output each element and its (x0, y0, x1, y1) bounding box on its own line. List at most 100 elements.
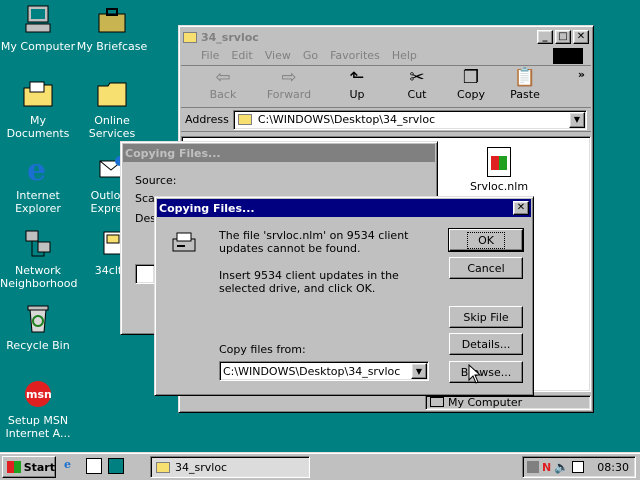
desktop-icon-label: Setup MSN Internet A... (5, 414, 71, 440)
back-button[interactable]: ⇦ Back (195, 66, 251, 102)
forward-arrow-icon: ⇨ (281, 66, 297, 88)
folder-icon (183, 31, 197, 43)
explorer-toolbar: ⇦ Back ⇨ Forward ⬑ Up ✂ Cut ❐ Copy 📋 Pas… (181, 66, 591, 108)
details-button[interactable]: Details... (449, 333, 523, 355)
recycle-bin-icon (22, 303, 54, 335)
menu-go[interactable]: Go (303, 49, 318, 62)
back-label: Back (209, 88, 237, 101)
internet-explorer-icon[interactable]: e (64, 458, 80, 474)
desktop-icon-online-services[interactable]: Online Services (74, 78, 150, 140)
desktop-icon-internet-explorer[interactable]: e Internet Explorer (0, 153, 76, 215)
maximize-button[interactable]: □ (555, 30, 571, 44)
details-label: Details... (461, 337, 511, 351)
address-dropdown-button[interactable]: ▼ (569, 111, 585, 128)
cut-label: Cut (407, 88, 427, 101)
desktop-icon-label: Online Services (88, 114, 136, 140)
copy-progress-title: Copying Files... (125, 146, 221, 160)
show-desktop-icon[interactable] (108, 458, 124, 474)
dialog-message-2: Insert 9534 client updates in the select… (219, 269, 399, 295)
destination-label: Des (135, 212, 156, 225)
back-arrow-icon: ⇦ (215, 66, 231, 88)
mouse-cursor-icon (468, 363, 482, 384)
copy-from-combobox[interactable]: C:\WINDOWS\Desktop\34_srvloc ▼ (219, 361, 429, 381)
speaker-icon[interactable]: 🔈 (554, 460, 569, 474)
file-item[interactable]: Srvloc.nlm (464, 147, 534, 193)
skip-file-button[interactable]: Skip File (449, 306, 523, 328)
computer-icon (430, 397, 444, 407)
file-icon (487, 147, 511, 177)
skip-file-label: Skip File (463, 310, 509, 324)
scissors-icon: ✂ (409, 66, 425, 88)
scheduler-icon[interactable] (572, 461, 585, 473)
copy-progress-titlebar[interactable]: Copying Files... (123, 144, 435, 162)
taskbar-item-label: 34_srvloc (175, 460, 228, 474)
desktop-icon-setup-msn[interactable]: msn Setup MSN Internet A... (0, 378, 76, 440)
folder-icon (156, 461, 170, 473)
menu-view[interactable]: View (265, 49, 291, 62)
cancel-button[interactable]: Cancel (449, 257, 523, 279)
cut-button[interactable]: ✂ Cut (389, 66, 445, 102)
taskbar-item-34-srvloc[interactable]: 34_srvloc (150, 456, 310, 478)
minimize-button[interactable]: _ (537, 30, 553, 44)
ok-button[interactable]: OK (448, 228, 524, 252)
my-computer-icon (22, 4, 54, 36)
status-text: My Computer (448, 395, 523, 409)
address-value: C:\WINDOWS\Desktop\34_srvloc (257, 113, 436, 126)
desktop-icon-network-neighborhood[interactable]: Network Neighborhood (0, 228, 78, 290)
desktop-icon-label: My Computer (0, 40, 76, 53)
explorer-title: 34_srvloc (201, 30, 259, 44)
file-label: Srvloc.nlm (469, 180, 529, 193)
dialog-message-1: The file 'srvloc.nlm' on 9534 client upd… (219, 229, 409, 255)
desktop-icon-recycle-bin[interactable]: Recycle Bin (0, 303, 76, 352)
address-input[interactable]: C:\WINDOWS\Desktop\34_srvloc ▼ (232, 109, 587, 130)
menu-favorites[interactable]: Favorites (330, 49, 380, 62)
tray-novell-icon[interactable]: N (542, 461, 551, 474)
close-button[interactable]: ✕ (573, 30, 589, 44)
dialog-close-button[interactable]: ✕ (513, 201, 529, 215)
menu-help[interactable]: Help (392, 49, 417, 62)
browse-button[interactable]: Browse... (449, 361, 523, 383)
address-label: Address (185, 113, 229, 126)
desktop-icon-label: Network Neighborhood (0, 264, 78, 290)
progress-bar (135, 264, 155, 284)
up-folder-icon: ⬑ (349, 66, 365, 88)
clock[interactable]: 08:30 (597, 461, 629, 474)
copy-label: Copy (457, 88, 485, 101)
explorer-titlebar[interactable]: 34_srvloc _ □ ✕ (181, 28, 591, 46)
folder-icon (96, 78, 128, 110)
copy-button[interactable]: ❐ Copy (443, 66, 499, 102)
forward-button[interactable]: ⇨ Forward (261, 66, 317, 102)
quick-launch: e (64, 458, 124, 474)
desktop-icon-label: My Documents (6, 114, 70, 140)
copy-from-dropdown-button[interactable]: ▼ (411, 363, 427, 379)
address-bar: Address C:\WINDOWS\Desktop\34_srvloc ▼ (181, 108, 591, 132)
desktop-icon-label: Recycle Bin (6, 339, 70, 352)
tray-app-icon[interactable] (527, 461, 539, 473)
paste-button[interactable]: 📋 Paste (497, 66, 553, 102)
copy-from-value: C:\WINDOWS\Desktop\34_srvloc (223, 364, 401, 378)
start-button[interactable]: Start (2, 456, 56, 478)
toolbar-chevron-icon[interactable]: » (578, 68, 585, 81)
up-button[interactable]: ⬑ Up (329, 66, 385, 102)
cancel-label: Cancel (467, 261, 505, 275)
explorer-menubar: File Edit View Go Favorites Help (181, 46, 591, 66)
briefcase-icon (96, 4, 128, 36)
outlook-express-icon[interactable] (86, 458, 102, 474)
copy-icon: ❐ (462, 66, 480, 88)
desktop-icon-my-computer[interactable]: My Computer (0, 4, 76, 53)
scanning-label: Sca (135, 192, 155, 205)
menu-file[interactable]: File (201, 49, 219, 62)
desktop-icon-label: Internet Explorer (15, 189, 61, 215)
dialog-titlebar[interactable]: Copying Files... ✕ (157, 199, 531, 217)
network-icon (22, 228, 54, 260)
windows-logo-icon (553, 48, 583, 64)
menu-edit[interactable]: Edit (231, 49, 252, 62)
paste-icon: 📋 (513, 66, 537, 88)
copy-from-label: Copy files from: (219, 343, 306, 356)
windows-logo-icon (7, 461, 21, 473)
msn-icon: msn (22, 378, 54, 410)
disk-drive-icon (171, 231, 199, 253)
desktop-icon-my-briefcase[interactable]: My Briefcase (74, 4, 150, 53)
folder-icon (237, 114, 252, 125)
desktop-icon-my-documents[interactable]: My Documents (0, 78, 76, 140)
